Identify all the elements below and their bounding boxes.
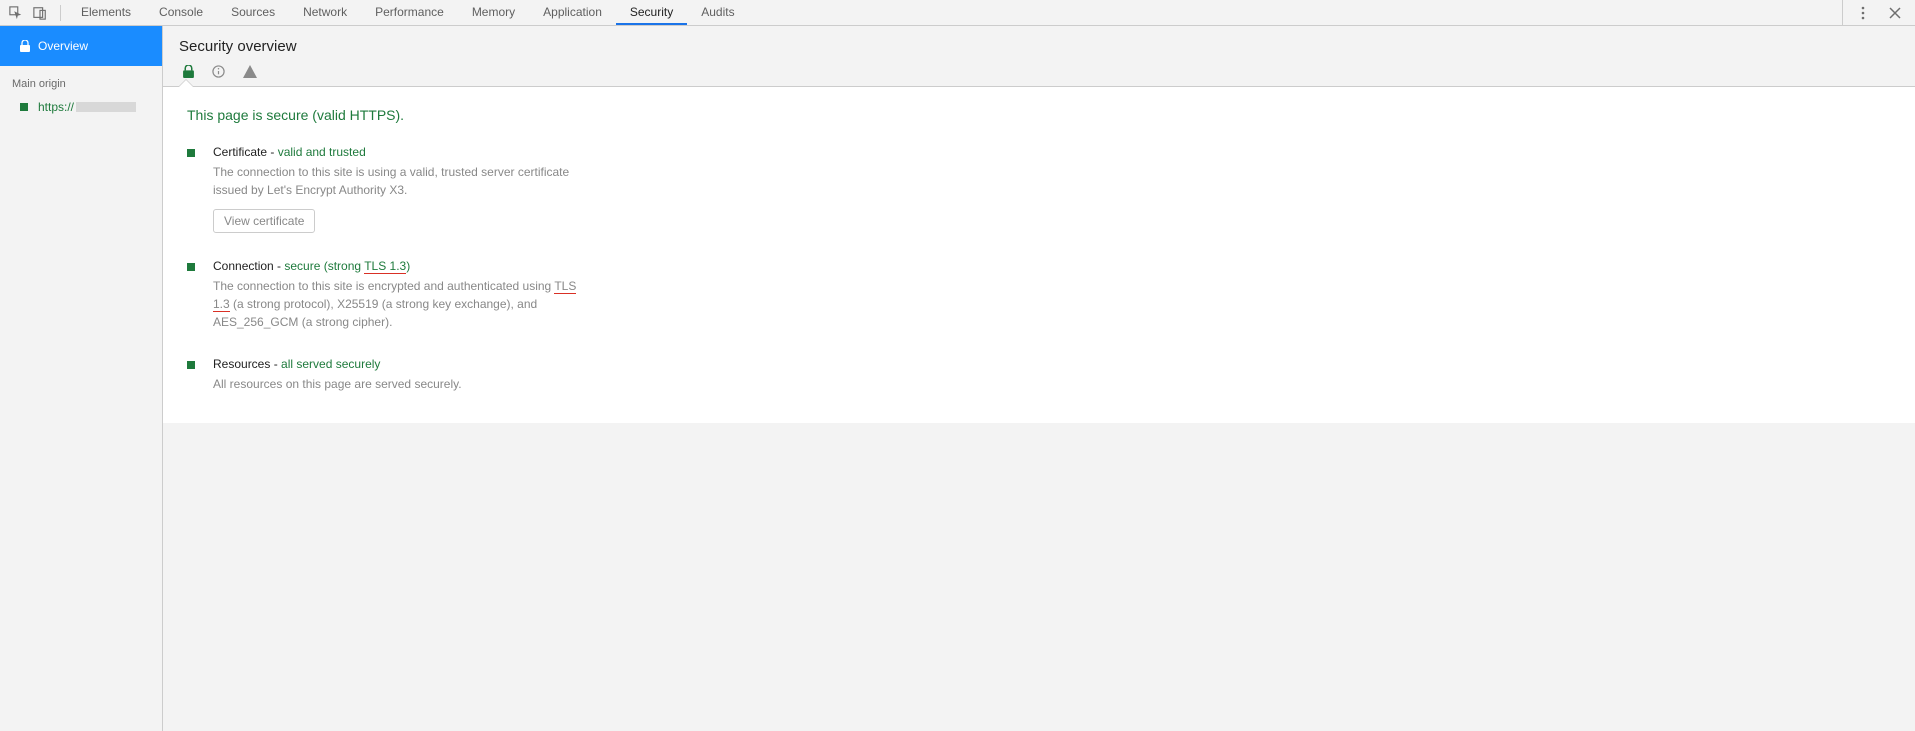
active-status-caret <box>179 80 193 87</box>
secure-lock-icon[interactable] <box>183 65 194 78</box>
tab-application[interactable]: Application <box>529 0 616 25</box>
resources-title: Resources - all served securely <box>213 357 783 371</box>
tab-security[interactable]: Security <box>616 0 687 25</box>
warning-icon[interactable] <box>243 65 257 78</box>
connection-title: Connection - secure (strong TLS 1.3) <box>213 259 783 273</box>
security-main: Security overview This page is secure (v… <box>162 26 1915 731</box>
secure-indicator-icon <box>187 263 195 271</box>
secure-indicator-icon <box>187 149 195 157</box>
resources-row: Resources - all served securely All reso… <box>163 351 783 399</box>
tab-elements[interactable]: Elements <box>67 0 145 25</box>
certificate-desc: The connection to this site is using a v… <box>213 163 593 199</box>
close-icon[interactable] <box>1885 3 1905 23</box>
device-toggle-icon[interactable] <box>30 3 50 23</box>
sidebar-origin-item[interactable]: https:// <box>0 96 162 118</box>
devtools-tabs: Elements Console Sources Network Perform… <box>67 0 749 25</box>
security-content: This page is secure (valid HTTPS). Certi… <box>163 86 1915 423</box>
lock-icon <box>20 40 30 52</box>
connection-desc: The connection to this site is encrypted… <box>213 277 593 331</box>
tab-network[interactable]: Network <box>289 0 361 25</box>
secure-indicator-icon <box>187 361 195 369</box>
origin-url-prefix: https:// <box>38 100 74 114</box>
connection-row: Connection - secure (strong TLS 1.3) The… <box>163 253 783 337</box>
security-sidebar: Overview Main origin https:// <box>0 26 162 731</box>
resources-desc: All resources on this page are served se… <box>213 375 593 393</box>
sidebar-overview-label: Overview <box>38 39 88 53</box>
origin-url-redacted <box>76 102 136 112</box>
security-headline: This page is secure (valid HTTPS). <box>163 103 1915 139</box>
view-certificate-button[interactable]: View certificate <box>213 209 315 233</box>
secure-indicator-icon <box>20 103 28 111</box>
tab-sources[interactable]: Sources <box>217 0 289 25</box>
certificate-row: Certificate - valid and trusted The conn… <box>163 139 783 239</box>
devtools-toolbar: Elements Console Sources Network Perform… <box>0 0 1915 26</box>
status-icon-row <box>179 55 1899 86</box>
tab-console[interactable]: Console <box>145 0 217 25</box>
toolbar-divider <box>60 5 61 21</box>
tab-performance[interactable]: Performance <box>361 0 458 25</box>
sidebar-section-main-origin: Main origin <box>0 66 162 96</box>
page-title: Security overview <box>179 38 1899 55</box>
certificate-title: Certificate - valid and trusted <box>213 145 783 159</box>
tab-memory[interactable]: Memory <box>458 0 529 25</box>
more-icon[interactable] <box>1853 3 1873 23</box>
info-icon[interactable] <box>212 65 225 78</box>
empty-area <box>163 423 1915 731</box>
inspect-icon[interactable] <box>6 3 26 23</box>
sidebar-overview[interactable]: Overview <box>0 26 162 66</box>
tab-audits[interactable]: Audits <box>687 0 748 25</box>
